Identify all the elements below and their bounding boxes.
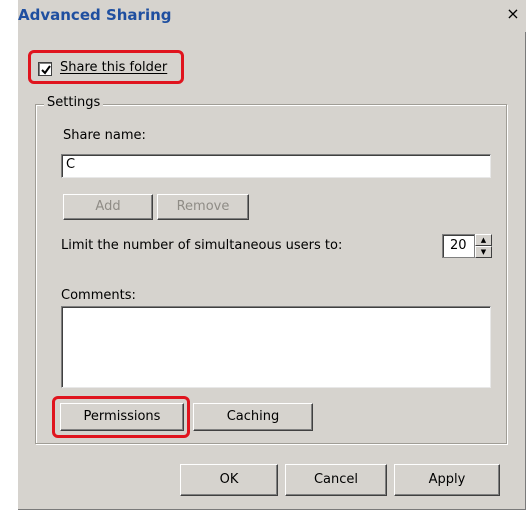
user-limit-value[interactable]: 20 — [442, 234, 475, 258]
add-button[interactable]: Add — [63, 194, 153, 220]
apply-button[interactable]: Apply — [394, 464, 500, 496]
spin-up-icon[interactable]: ▲ — [475, 234, 492, 246]
share-name-label: Share name: — [63, 128, 146, 143]
remove-button[interactable]: Remove — [157, 194, 249, 220]
limit-users-label: Limit the number of simultaneous users t… — [61, 238, 343, 253]
cancel-button[interactable]: Cancel — [285, 464, 387, 496]
ok-button[interactable]: OK — [180, 464, 278, 496]
spin-down-icon[interactable]: ▼ — [475, 246, 492, 258]
caching-button[interactable]: Caching — [193, 403, 313, 431]
spinner-arrows[interactable]: ▲ ▼ — [475, 234, 492, 258]
window-title: Advanced Sharing — [18, 6, 172, 24]
comments-label: Comments: — [61, 288, 136, 303]
permissions-highlight — [52, 396, 190, 438]
comments-textarea[interactable] — [61, 306, 491, 388]
user-limit-spinner[interactable]: 20 ▲ ▼ — [442, 234, 492, 258]
close-icon[interactable]: × — [502, 3, 524, 25]
share-name-input[interactable]: C — [61, 154, 491, 178]
settings-group-label: Settings — [44, 95, 104, 110]
share-folder-highlight — [28, 50, 184, 84]
title-bar: Advanced Sharing × — [18, 0, 526, 32]
